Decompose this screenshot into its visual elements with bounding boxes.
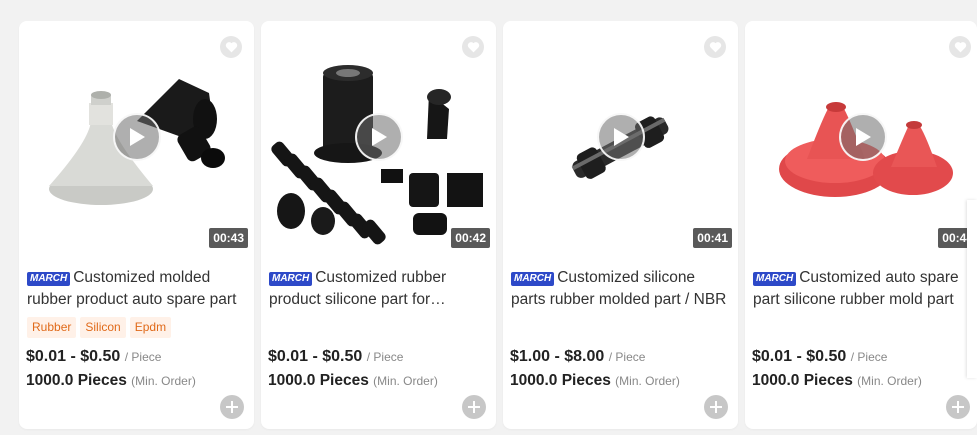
play-button[interactable] (113, 113, 161, 161)
moq-unit: (Min. Order) (131, 374, 196, 388)
moq-value: 1000.0 Pieces (268, 372, 369, 389)
side-panel-edge[interactable] (967, 200, 977, 378)
heart-icon (225, 42, 237, 53)
heart-icon (954, 42, 966, 53)
moq-value: 1000.0 Pieces (26, 372, 127, 389)
march-badge: MARCH (269, 272, 313, 286)
plus-icon (468, 401, 480, 413)
favorite-button[interactable] (220, 36, 242, 58)
price-value: $0.01 - $0.50 (752, 348, 847, 365)
product-media[interactable]: 00:43 (19, 21, 254, 251)
add-button[interactable] (946, 395, 970, 419)
heart-icon (467, 42, 479, 53)
moq-unit: (Min. Order) (857, 374, 922, 388)
play-icon (856, 128, 871, 146)
product-title[interactable]: MARCH Customized auto spare part silicone… (753, 267, 973, 311)
tag-list: Rubber Silicon Epdm (27, 317, 172, 338)
moq-value: 1000.0 Pieces (752, 372, 853, 389)
add-button[interactable] (462, 395, 486, 419)
march-badge: MARCH (27, 272, 71, 286)
product-card[interactable]: 00:41 MARCH Customized silicone parts rub… (503, 21, 738, 429)
plus-icon (226, 401, 238, 413)
moq-value: 1000.0 Pieces (510, 372, 611, 389)
product-title[interactable]: MARCH Customized molded rubber product au… (27, 267, 247, 311)
product-media[interactable]: 00:42 (261, 21, 496, 251)
price-value: $0.01 - $0.50 (26, 348, 121, 365)
tag[interactable]: Rubber (27, 317, 77, 338)
heart-icon (709, 42, 721, 53)
price: $0.01 - $0.50 / Piece (26, 348, 161, 366)
play-button[interactable] (355, 113, 403, 161)
tag[interactable]: Silicon (80, 317, 126, 338)
favorite-button[interactable] (949, 36, 971, 58)
favorite-button[interactable] (462, 36, 484, 58)
favorite-button[interactable] (704, 36, 726, 58)
price: $0.01 - $0.50 / Piece (268, 348, 403, 366)
add-button[interactable] (704, 395, 728, 419)
price-unit: / Piece (124, 350, 162, 364)
moq-unit: (Min. Order) (615, 374, 680, 388)
video-duration: 00:41 (693, 228, 732, 248)
play-button[interactable] (597, 113, 645, 161)
product-media[interactable]: 00:44 (745, 21, 977, 251)
play-icon (372, 128, 387, 146)
add-button[interactable] (220, 395, 244, 419)
product-card[interactable]: 00:44 MARCH Customized auto spare part si… (745, 21, 977, 429)
product-title[interactable]: MARCH Customized silicone parts rubber mo… (511, 267, 731, 311)
plus-icon (952, 401, 964, 413)
product-card[interactable]: 00:43 MARCH Customized molded rubber prod… (19, 21, 254, 429)
video-duration: 00:42 (451, 228, 490, 248)
price-unit: / Piece (850, 350, 888, 364)
price: $0.01 - $0.50 / Piece (752, 348, 887, 366)
product-media[interactable]: 00:41 (503, 21, 738, 251)
march-badge: MARCH (753, 272, 797, 286)
play-icon (614, 128, 629, 146)
price-unit: / Piece (608, 350, 646, 364)
product-card[interactable]: 00:42 MARCH Customized rubber product sil… (261, 21, 496, 429)
price-unit: / Piece (366, 350, 404, 364)
play-icon (130, 128, 145, 146)
march-badge: MARCH (511, 272, 555, 286)
play-button[interactable] (839, 113, 887, 161)
min-order: 1000.0 Pieces (Min. Order) (752, 372, 922, 390)
tag[interactable]: Epdm (129, 317, 172, 338)
product-title[interactable]: MARCH Customized rubber product silicone … (269, 267, 489, 311)
price-value: $1.00 - $8.00 (510, 348, 605, 365)
min-order: 1000.0 Pieces (Min. Order) (510, 372, 680, 390)
video-duration: 00:43 (209, 228, 248, 248)
min-order: 1000.0 Pieces (Min. Order) (26, 372, 196, 390)
min-order: 1000.0 Pieces (Min. Order) (268, 372, 438, 390)
plus-icon (710, 401, 722, 413)
price-value: $0.01 - $0.50 (268, 348, 363, 365)
moq-unit: (Min. Order) (373, 374, 438, 388)
price: $1.00 - $8.00 / Piece (510, 348, 645, 366)
